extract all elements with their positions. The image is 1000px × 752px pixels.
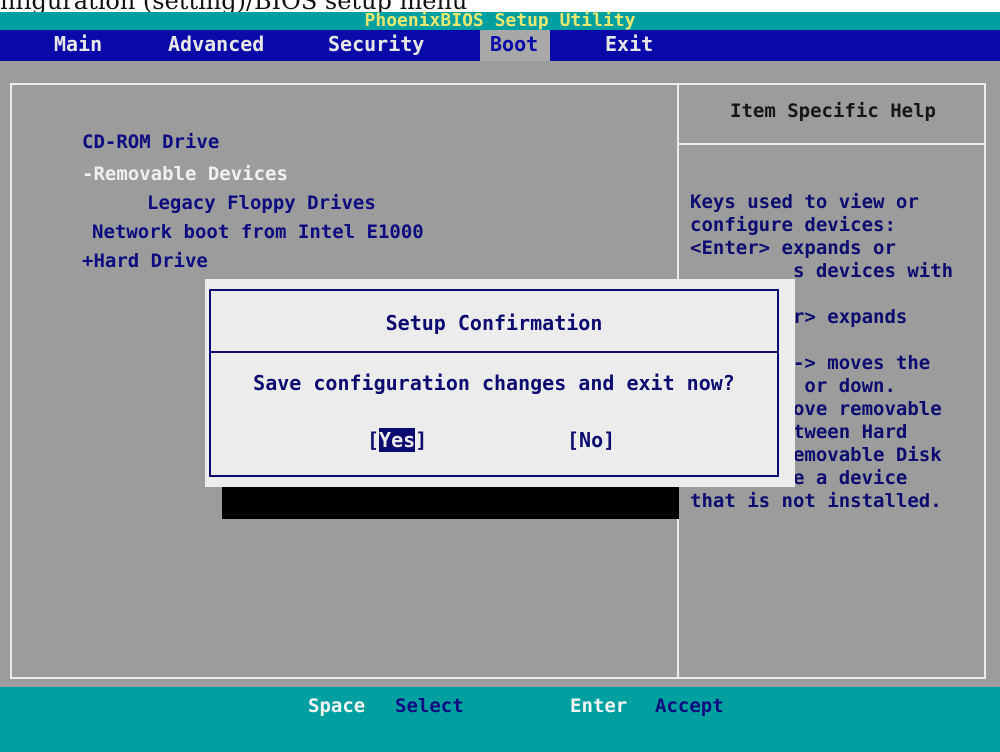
yes-bracket-close: ]	[415, 428, 428, 452]
boot-item-floppy[interactable]: Legacy Floppy Drives	[147, 192, 376, 214]
dialog-frame: Setup Confirmation Save configuration ch…	[209, 289, 779, 477]
boot-item-network[interactable]: Network boot from Intel E1000	[92, 221, 424, 243]
boot-item-hard-drive[interactable]: +Hard Drive	[82, 250, 208, 272]
status-action-select: Select	[395, 695, 464, 717]
status-action-accept: Accept	[655, 695, 724, 717]
status-key-enter: Enter	[570, 695, 628, 717]
menu-exit[interactable]: Exit	[595, 30, 663, 61]
help-title: Item Specific Help	[730, 100, 936, 122]
boot-item-removable[interactable]: -Removable Devices	[82, 163, 288, 185]
dialog-shadow	[222, 485, 679, 519]
status-key-space: Space	[308, 695, 366, 717]
boot-item-cdrom[interactable]: CD-ROM Drive	[82, 131, 219, 153]
window-title: PhoenixBIOS Setup Utility	[0, 12, 1000, 30]
dialog-separator	[211, 351, 777, 353]
yes-bracket-open: [	[367, 428, 380, 452]
dialog-title: Setup Confirmation	[385, 311, 603, 335]
setup-confirmation-dialog: Setup Confirmation Save configuration ch…	[205, 279, 795, 487]
no-button[interactable]: [No]	[567, 428, 615, 452]
dialog-message: Save configuration changes and exit now?	[253, 371, 735, 395]
menu-advanced[interactable]: Advanced	[158, 30, 274, 61]
menu-boot[interactable]: Boot	[480, 30, 550, 61]
status-bar: Space Select Enter Accept	[0, 687, 1000, 752]
menu-main[interactable]: Main	[44, 30, 112, 61]
menu-bar: Main Advanced Security Boot Exit	[0, 30, 1000, 61]
yes-button[interactable]: [Yes]	[367, 428, 427, 452]
menu-security[interactable]: Security	[318, 30, 434, 61]
yes-rest: es	[391, 428, 416, 452]
help-separator	[679, 143, 985, 145]
yes-highlight: Y	[379, 428, 392, 452]
